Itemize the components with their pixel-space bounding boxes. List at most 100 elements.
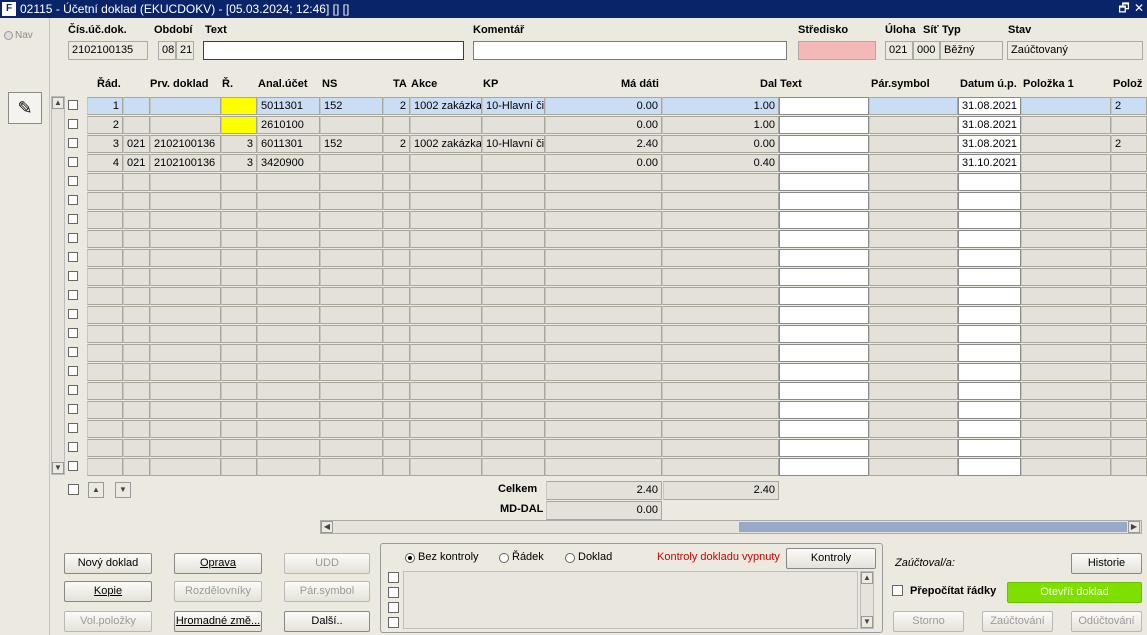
cell-akce[interactable] (410, 458, 482, 476)
cell-ns[interactable]: 152 (320, 97, 383, 115)
cell-anal-ucet[interactable] (257, 287, 320, 305)
cell-akce[interactable]: 1002 zakázka (410, 97, 482, 115)
oprava-button[interactable]: Oprava (174, 553, 262, 574)
cell-akce[interactable] (410, 382, 482, 400)
table-row[interactable] (0, 344, 1147, 363)
cell-par-symbol[interactable] (869, 268, 958, 286)
cell-ma-dati[interactable] (545, 344, 662, 362)
row-checkbox[interactable] (68, 176, 78, 186)
cell-par-symbol[interactable] (869, 363, 958, 381)
cell-kp[interactable] (482, 154, 545, 172)
cell-prv-doklad[interactable] (150, 192, 221, 210)
cell-text[interactable] (779, 420, 869, 438)
cell-r[interactable] (221, 344, 257, 362)
storno-button[interactable]: Storno (893, 611, 964, 632)
cell-dal[interactable] (662, 173, 779, 191)
cell-text[interactable] (779, 458, 869, 476)
obdobi-month-field[interactable]: 08 (158, 41, 176, 60)
vol-polozky-button[interactable]: Vol.položky (64, 611, 152, 632)
cell-kp[interactable] (482, 249, 545, 267)
message-checkbox-1[interactable] (388, 572, 399, 583)
cell-r[interactable]: 3 (221, 154, 257, 172)
cell-poloz[interactable] (1111, 287, 1147, 305)
cell-akce[interactable] (410, 287, 482, 305)
uloha-field[interactable]: 021 (885, 41, 913, 60)
cell-ta[interactable] (383, 154, 410, 172)
cell-par-symbol[interactable] (869, 192, 958, 210)
cell-dal[interactable] (662, 439, 779, 457)
cell-datum-up[interactable]: 31.10.2021 (958, 154, 1021, 172)
otevrit-doklad-button[interactable]: Otevřít doklad (1007, 582, 1142, 603)
cell-polozka1[interactable] (1021, 458, 1111, 476)
rozdelovniky-button[interactable]: Rozdělovníky (174, 581, 262, 602)
cell-ta[interactable] (383, 306, 410, 324)
cell-datum-up[interactable] (958, 230, 1021, 248)
cell-ta[interactable] (383, 173, 410, 191)
table-row[interactable] (0, 420, 1147, 439)
cell-r[interactable] (221, 401, 257, 419)
table-row[interactable]: 3 021 2102100136 3 6011301 152 2 1002 zakázka 10… (0, 135, 1147, 154)
cell-dal[interactable] (662, 268, 779, 286)
doklad-radio[interactable] (565, 553, 575, 563)
scroll-up-icon[interactable]: ▲ (52, 97, 64, 109)
cell-anal-ucet[interactable] (257, 249, 320, 267)
historie-button[interactable]: Historie (1071, 553, 1142, 574)
cell-datum-up[interactable]: 31.08.2021 (958, 116, 1021, 134)
cell-ma-dati[interactable]: 0.00 (545, 116, 662, 134)
cell-kp[interactable] (482, 363, 545, 381)
cell-prv-doklad[interactable] (150, 306, 221, 324)
cell-rad[interactable] (87, 401, 123, 419)
cell-uloha[interactable] (123, 344, 150, 362)
cell-ma-dati[interactable] (545, 458, 662, 476)
cell-rad[interactable] (87, 420, 123, 438)
cell-kp[interactable] (482, 287, 545, 305)
cell-ma-dati[interactable] (545, 401, 662, 419)
cell-dal[interactable] (662, 325, 779, 343)
cell-text[interactable] (779, 230, 869, 248)
cell-kp[interactable] (482, 382, 545, 400)
table-row[interactable] (0, 382, 1147, 401)
cell-poloz[interactable] (1111, 420, 1147, 438)
cell-ns[interactable] (320, 116, 383, 134)
stav-field[interactable]: Zaúčtovaný (1007, 41, 1143, 60)
cell-text[interactable] (779, 97, 869, 115)
cell-polozka1[interactable] (1021, 363, 1111, 381)
cell-text[interactable] (779, 439, 869, 457)
table-row[interactable] (0, 287, 1147, 306)
dalsi-button[interactable]: Další.. (284, 611, 370, 632)
cell-anal-ucet[interactable] (257, 382, 320, 400)
cell-anal-ucet[interactable]: 2610100 (257, 116, 320, 134)
cell-uloha[interactable] (123, 439, 150, 457)
cell-r[interactable] (221, 249, 257, 267)
cell-prv-doklad[interactable] (150, 420, 221, 438)
cell-akce[interactable] (410, 439, 482, 457)
cell-uloha[interactable] (123, 249, 150, 267)
cell-uloha[interactable] (123, 420, 150, 438)
cell-anal-ucet[interactable] (257, 192, 320, 210)
cell-text[interactable] (779, 325, 869, 343)
text-field[interactable] (203, 41, 464, 60)
restore-icon[interactable]: 🗗 (1117, 1, 1131, 16)
cell-prv-doklad[interactable] (150, 173, 221, 191)
row-checkbox[interactable] (68, 461, 78, 471)
row-checkbox[interactable] (68, 328, 78, 338)
table-row[interactable] (0, 173, 1147, 192)
cell-dal[interactable]: 1.00 (662, 116, 779, 134)
cell-ns[interactable] (320, 192, 383, 210)
cell-kp[interactable] (482, 211, 545, 229)
message-checkbox-4[interactable] (388, 617, 399, 628)
cell-akce[interactable] (410, 116, 482, 134)
cell-r[interactable] (221, 230, 257, 248)
cell-ns[interactable] (320, 173, 383, 191)
cell-par-symbol[interactable] (869, 230, 958, 248)
row-checkbox[interactable] (68, 309, 78, 319)
cell-poloz[interactable] (1111, 363, 1147, 381)
cell-anal-ucet[interactable] (257, 439, 320, 457)
row-checkbox[interactable] (68, 442, 78, 452)
cell-text[interactable] (779, 192, 869, 210)
cell-par-symbol[interactable] (869, 154, 958, 172)
cell-text[interactable] (779, 363, 869, 381)
bez-kontroly-radio[interactable] (405, 553, 415, 563)
cell-dal[interactable] (662, 211, 779, 229)
cell-datum-up[interactable] (958, 401, 1021, 419)
